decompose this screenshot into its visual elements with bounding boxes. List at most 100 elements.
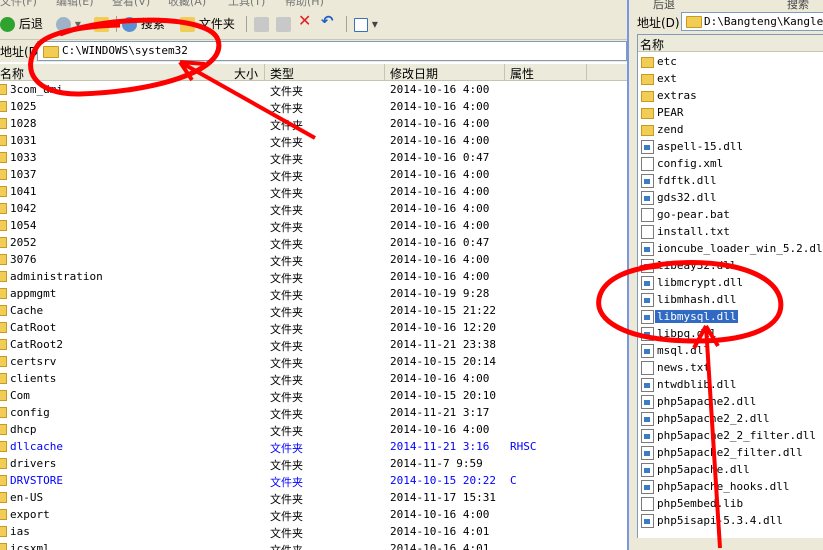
table-row[interactable]: en-US 文件夹 2014-11-17 15:31	[0, 489, 627, 506]
folder-icon	[641, 108, 654, 119]
row-type: 文件夹	[270, 459, 303, 472]
list-item[interactable]: aspell-15.dll	[638, 138, 823, 155]
table-row[interactable]: export 文件夹 2014-10-16 4:00	[0, 506, 627, 523]
folder-icon	[0, 203, 7, 214]
table-row[interactable]: drivers 文件夹 2014-11-7 9:59	[0, 455, 627, 472]
row-type: 文件夹	[270, 255, 303, 268]
list-item[interactable]: php5apache2_2_filter.dll	[638, 427, 823, 444]
address-value: C:\WINDOWS\system32	[62, 44, 188, 57]
table-row[interactable]: ias 文件夹 2014-10-16 4:01	[0, 523, 627, 540]
list-item[interactable]: gds32.dll	[638, 189, 823, 206]
list-item[interactable]: etc	[638, 53, 823, 70]
table-row[interactable]: administration 文件夹 2014-10-16 4:00	[0, 268, 627, 285]
column-type[interactable]: 类型	[270, 65, 294, 82]
table-row[interactable]: CatRoot2 文件夹 2014-11-21 23:38	[0, 336, 627, 353]
table-row[interactable]: config 文件夹 2014-11-21 3:17	[0, 404, 627, 421]
move-to-icon	[254, 17, 269, 32]
list-item[interactable]: libmysql.dll	[638, 308, 823, 325]
table-row[interactable]: clients 文件夹 2014-10-16 4:00	[0, 370, 627, 387]
address-input[interactable]: C:\WINDOWS\system32	[37, 41, 627, 61]
table-row[interactable]: 1042 文件夹 2014-10-16 4:00	[0, 200, 627, 217]
list-item[interactable]: msql.dll	[638, 342, 823, 359]
move-to-button[interactable]	[254, 16, 269, 32]
list-item[interactable]: fdftk.dll	[638, 172, 823, 189]
right-address-input[interactable]: D:\Bangteng\Kangle\ext	[681, 12, 823, 31]
row-date: 2014-11-7 9:59	[390, 457, 483, 470]
table-row[interactable]: dllcache 文件夹 2014-11-21 3:16 RHSC	[0, 438, 627, 455]
list-item[interactable]: libeay32.dll	[638, 257, 823, 274]
table-row[interactable]: dhcp 文件夹 2014-10-16 4:00	[0, 421, 627, 438]
row-type: 文件夹	[270, 204, 303, 217]
table-row[interactable]: 1054 文件夹 2014-10-16 4:00	[0, 217, 627, 234]
list-item[interactable]: ext	[638, 70, 823, 87]
file-name: ext	[657, 72, 677, 85]
copy-to-button[interactable]	[276, 16, 291, 32]
table-row[interactable]: Cache 文件夹 2014-10-15 21:22	[0, 302, 627, 319]
row-name: dllcache	[10, 440, 63, 453]
row-type: 文件夹	[270, 85, 303, 98]
forward-button[interactable]: ▾	[56, 16, 81, 32]
folder-icon	[0, 441, 7, 452]
table-row[interactable]: 3com_dmi 文件夹 2014-10-16 4:00	[0, 81, 627, 98]
folder-icon	[0, 101, 7, 112]
undo-icon: ↶	[321, 12, 334, 30]
back-button[interactable]: 后退	[0, 16, 43, 32]
table-row[interactable]: 2052 文件夹 2014-10-16 0:47	[0, 234, 627, 251]
table-row[interactable]: 1025 文件夹 2014-10-16 4:00	[0, 98, 627, 115]
undo-button[interactable]: ↶	[321, 13, 334, 29]
row-date: 2014-10-16 4:00	[390, 83, 490, 96]
table-row[interactable]: 1037 文件夹 2014-10-16 4:00	[0, 166, 627, 183]
column-name[interactable]: 名称	[0, 65, 24, 82]
list-item[interactable]: ntwdblib.dll	[638, 376, 823, 393]
table-row[interactable]: 3076 文件夹 2014-10-16 4:00	[0, 251, 627, 268]
table-row[interactable]: Com 文件夹 2014-10-15 20:10	[0, 387, 627, 404]
list-item[interactable]: ioncube_loader_win_5.2.dll	[638, 240, 823, 257]
file-name: ioncube_loader_win_5.2.dll	[657, 242, 823, 255]
up-folder-button[interactable]	[94, 16, 109, 32]
horizontal-scrollbar[interactable]	[629, 538, 823, 550]
list-item[interactable]: libmhash.dll	[638, 291, 823, 308]
list-item[interactable]: zend	[638, 121, 823, 138]
table-row[interactable]: CatRoot 文件夹 2014-10-16 12:20	[0, 319, 627, 336]
folder-icon	[0, 237, 7, 248]
list-item[interactable]: go-pear.bat	[638, 206, 823, 223]
table-row[interactable]: appmgmt 文件夹 2014-10-19 9:28	[0, 285, 627, 302]
column-date[interactable]: 修改日期	[390, 65, 438, 82]
list-item[interactable]: php5apache2_2.dll	[638, 410, 823, 427]
table-row[interactable]: 1031 文件夹 2014-10-16 4:00	[0, 132, 627, 149]
row-name: clients	[10, 372, 57, 385]
table-row[interactable]: 1033 文件夹 2014-10-16 0:47	[0, 149, 627, 166]
list-item[interactable]: libmcrypt.dll	[638, 274, 823, 291]
right-file-list: 名称 etc ext extras PEAR zend aspell-15.dll conf…	[637, 34, 823, 540]
list-item[interactable]: php5embed.lib	[638, 495, 823, 512]
column-size[interactable]: 大小	[234, 65, 258, 82]
list-item[interactable]: libpq.dll	[638, 325, 823, 342]
folders-button[interactable]: 文件夹	[180, 16, 235, 32]
column-attributes[interactable]: 属性	[510, 65, 534, 82]
file-name: go-pear.bat	[657, 208, 730, 221]
delete-button[interactable]: ✕	[298, 13, 311, 29]
views-button[interactable]: ▾	[354, 16, 378, 32]
list-item[interactable]: php5apache.dll	[638, 461, 823, 478]
right-column-name[interactable]: 名称	[640, 36, 664, 53]
table-row[interactable]: certsrv 文件夹 2014-10-15 20:14	[0, 353, 627, 370]
list-item[interactable]: php5apache2_filter.dll	[638, 444, 823, 461]
list-item[interactable]: news.txt	[638, 359, 823, 376]
table-row[interactable]: 1028 文件夹 2014-10-16 4:00	[0, 115, 627, 132]
row-type: 文件夹	[270, 357, 303, 370]
list-item[interactable]: php5isapi-5.3.4.dll	[638, 512, 823, 529]
list-item[interactable]: install.txt	[638, 223, 823, 240]
table-row[interactable]: 1041 文件夹 2014-10-16 4:00	[0, 183, 627, 200]
row-date: 2014-10-16 4:01	[390, 525, 490, 538]
list-item[interactable]: config.xml	[638, 155, 823, 172]
list-item[interactable]: php5apache_hooks.dll	[638, 478, 823, 495]
list-item[interactable]: PEAR	[638, 104, 823, 121]
file-name: php5apache2_filter.dll	[657, 446, 803, 459]
table-row[interactable]: DRVSTORE 文件夹 2014-10-15 20:22 C	[0, 472, 627, 489]
row-date: 2014-10-16 4:00	[390, 219, 490, 232]
right-address-label: 地址(D)	[637, 16, 680, 30]
search-button[interactable]: 搜索	[122, 16, 165, 32]
table-row[interactable]: icsxml 文件夹 2014-10-16 4:01	[0, 540, 627, 550]
list-item[interactable]: php5apache2.dll	[638, 393, 823, 410]
list-item[interactable]: extras	[638, 87, 823, 104]
